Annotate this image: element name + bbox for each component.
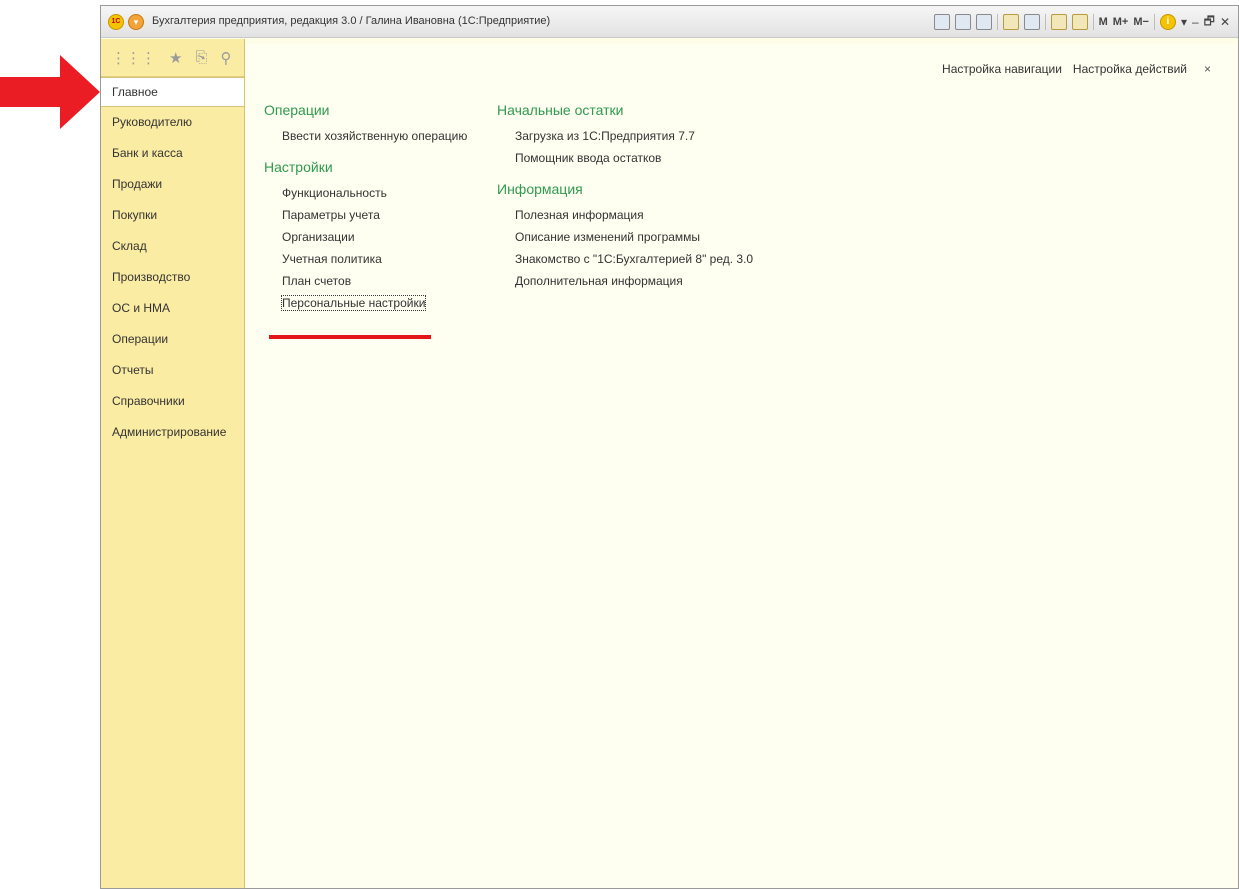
section-content: Настройка навигации Настройка действий ×… xyxy=(246,44,1238,888)
sections-panel: ⋮⋮⋮ ★ ⎘ ⚲ Главное Руководителю Банк и ка… xyxy=(101,39,245,888)
sidebar-item-proizvodstvo[interactable]: Производство xyxy=(101,262,244,293)
command-link[interactable]: Параметры учета xyxy=(264,204,467,226)
sections-list: Главное Руководителю Банк и касса Продаж… xyxy=(101,77,244,448)
window-title: Бухгалтерия предприятия, редакция 3.0 / … xyxy=(152,15,551,27)
memory-m-button[interactable]: M xyxy=(1099,16,1108,28)
close-window-button[interactable]: ✕ xyxy=(1220,15,1230,29)
1c-logo-icon[interactable]: 1С xyxy=(108,14,124,30)
sidebar-item-glavnoe[interactable]: Главное xyxy=(101,77,244,107)
save-icon[interactable] xyxy=(933,14,950,30)
section-title: Информация xyxy=(497,181,583,197)
action-settings-link[interactable]: Настройка действий xyxy=(1073,62,1187,76)
command-link[interactable]: Описание изменений программы xyxy=(497,226,753,248)
sidebar-item-os-nma[interactable]: ОС и НМА xyxy=(101,293,244,324)
calculator-icon[interactable] xyxy=(1050,14,1067,30)
command-link[interactable]: Загрузка из 1С:Предприятия 7.7 xyxy=(497,125,753,147)
section-informaciya: Информация Полезная информация Описание … xyxy=(497,181,753,292)
toolbar-divider xyxy=(1153,14,1155,30)
search-icon[interactable]: ⚲ xyxy=(220,49,231,67)
right-column: Начальные остатки Загрузка из 1С:Предпри… xyxy=(497,102,753,304)
section-title: Настройки xyxy=(264,159,333,175)
memory-minus-button[interactable]: M− xyxy=(1133,16,1149,28)
toolbar-divider xyxy=(996,14,998,30)
content-top-links: Настройка навигации Настройка действий × xyxy=(942,62,1211,76)
command-link[interactable]: План счетов xyxy=(264,270,467,292)
sidebar-item-spravochniki[interactable]: Справочники xyxy=(101,386,244,417)
command-link[interactable]: Знакомство с "1С:Бухгалтерией 8" ред. 3.… xyxy=(497,248,753,270)
annotation-underline xyxy=(269,335,431,339)
command-link[interactable]: Дополнительная информация xyxy=(497,270,753,292)
info-icon[interactable]: i xyxy=(1159,14,1176,30)
command-link[interactable]: Организации xyxy=(264,226,467,248)
section-title: Операции xyxy=(264,102,330,118)
command-link[interactable]: Помощник ввода остатков xyxy=(497,147,753,169)
sidebar-item-pokupki[interactable]: Покупки xyxy=(101,200,244,231)
print-icon[interactable] xyxy=(954,14,971,30)
apps-grid-icon[interactable]: ⋮⋮⋮ xyxy=(111,49,156,67)
calendar-icon[interactable] xyxy=(1071,14,1088,30)
title-bar: 1С ▾ Бухгалтерия предприятия, редакция 3… xyxy=(101,6,1238,38)
close-section-button[interactable]: × xyxy=(1204,62,1211,76)
sidebar-item-otchety[interactable]: Отчеты xyxy=(101,355,244,386)
section-operacii: Операции Ввести хозяйственную операцию xyxy=(264,102,467,147)
preview-icon[interactable] xyxy=(975,14,992,30)
restore-button[interactable]: 🗗 xyxy=(1204,12,1215,33)
command-link[interactable]: Функциональность xyxy=(264,182,467,204)
sidebar-item-operacii[interactable]: Операции xyxy=(101,324,244,355)
app-window: 1С ▾ Бухгалтерия предприятия, редакция 3… xyxy=(100,5,1239,889)
main-menu-button[interactable]: ▾ xyxy=(128,14,144,30)
section-nachalnye-ostatki: Начальные остатки Загрузка из 1С:Предпри… xyxy=(497,102,753,169)
minimize-button[interactable]: – xyxy=(1192,15,1199,29)
sidebar-item-prodazhi[interactable]: Продажи xyxy=(101,169,244,200)
annotation-arrow-icon xyxy=(0,55,100,129)
navigation-settings-link[interactable]: Настройка навигации xyxy=(942,62,1062,76)
personal-settings-label: Персональные настройки xyxy=(280,295,427,311)
sidebar-item-rukovoditelyu[interactable]: Руководителю xyxy=(101,107,244,138)
left-column: Операции Ввести хозяйственную операцию Н… xyxy=(264,102,467,326)
command-link[interactable]: Учетная политика xyxy=(264,248,467,270)
command-link[interactable]: Ввести хозяйственную операцию xyxy=(264,125,467,147)
link-icon[interactable] xyxy=(1023,14,1040,30)
sidebar-toolbar: ⋮⋮⋮ ★ ⎘ ⚲ xyxy=(101,39,244,77)
history-icon[interactable]: ⎘ xyxy=(195,49,207,66)
command-link[interactable]: Полезная информация xyxy=(497,204,753,226)
sidebar-item-sklad[interactable]: Склад xyxy=(101,231,244,262)
toolbar: M M+ M− i ▾ – 🗗 ✕ xyxy=(933,12,1230,33)
sidebar-item-bank-kassa[interactable]: Банк и касса xyxy=(101,138,244,169)
toolbar-divider xyxy=(1044,14,1046,30)
personal-settings-link[interactable]: Персональные настройки xyxy=(264,292,467,314)
memory-plus-button[interactable]: M+ xyxy=(1113,16,1129,28)
star-icon[interactable]: ★ xyxy=(169,49,182,67)
toolbar-divider xyxy=(1092,14,1094,30)
section-title: Начальные остатки xyxy=(497,102,624,118)
favorites-star-icon[interactable] xyxy=(1002,14,1019,30)
sidebar-item-administrirovanie[interactable]: Администрирование xyxy=(101,417,244,448)
info-dropdown-icon[interactable]: ▾ xyxy=(1181,15,1187,29)
section-nastroyki: Настройки Функциональность Параметры уче… xyxy=(264,159,467,314)
